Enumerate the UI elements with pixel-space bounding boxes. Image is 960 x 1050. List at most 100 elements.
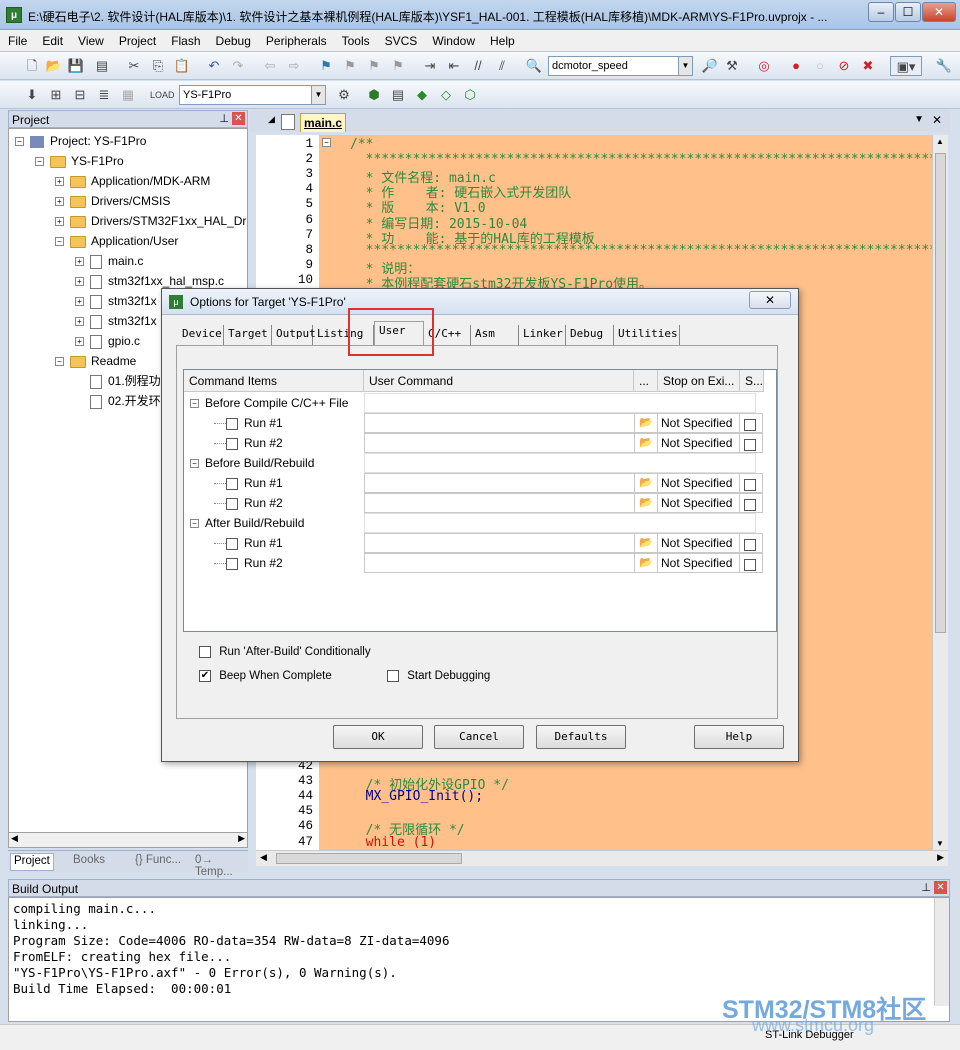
defaults-button[interactable]: Defaults bbox=[536, 725, 626, 749]
option-start-debugging[interactable]: Start Debugging bbox=[387, 670, 490, 682]
fold-icon[interactable]: − bbox=[322, 138, 331, 147]
s-checkbox[interactable] bbox=[744, 478, 756, 491]
s-column-cell[interactable] bbox=[739, 413, 763, 433]
user-command-input[interactable] bbox=[364, 553, 635, 573]
user-command-input[interactable] bbox=[364, 473, 635, 493]
stop-on-exit-value[interactable]: Not Specified bbox=[657, 533, 740, 553]
user-command-input[interactable] bbox=[364, 413, 635, 433]
run-checkbox[interactable] bbox=[226, 497, 238, 510]
window-layout-icon[interactable]: ▣▾ bbox=[890, 56, 922, 76]
run-checkbox[interactable] bbox=[226, 477, 238, 490]
minimize-button[interactable]: – bbox=[868, 2, 894, 22]
menu-flash[interactable]: Flash bbox=[163, 30, 207, 48]
browse-folder-icon[interactable]: 📂 bbox=[634, 413, 658, 433]
configure-icon[interactable]: 🔧 bbox=[934, 56, 954, 76]
expand-icon[interactable]: − bbox=[55, 237, 64, 247]
tree-item[interactable]: +02.开发环 bbox=[75, 391, 161, 411]
browse-folder-icon[interactable]: 📂 bbox=[634, 473, 658, 493]
run-checkbox[interactable] bbox=[226, 437, 238, 450]
s-checkbox[interactable] bbox=[744, 438, 756, 451]
expand-icon[interactable]: + bbox=[75, 297, 84, 307]
tree-item[interactable]: − Readme bbox=[55, 351, 136, 371]
tree-item[interactable]: + stm32f1x bbox=[75, 311, 157, 331]
code-line[interactable]: ****************************************… bbox=[350, 243, 932, 258]
save-all-icon[interactable]: ▤ bbox=[92, 56, 112, 76]
expand-icon[interactable]: + bbox=[75, 337, 84, 347]
editor-vscrollbar[interactable]: ▲ ▼ bbox=[932, 135, 948, 850]
collapse-icon[interactable]: − bbox=[190, 519, 199, 529]
code-line[interactable]: while (1) bbox=[350, 835, 436, 850]
panel-tab[interactable]: {} Func... bbox=[132, 853, 184, 871]
scroll-left-icon[interactable]: ◀ bbox=[260, 852, 267, 863]
browse-folder-icon[interactable]: 📂 bbox=[634, 433, 658, 453]
output-vscrollbar[interactable] bbox=[934, 898, 949, 1006]
user-command-cell[interactable] bbox=[364, 513, 756, 533]
unindent-icon[interactable]: ⇤ bbox=[444, 56, 464, 76]
chevron-down-icon[interactable]: ▼ bbox=[311, 86, 325, 104]
user-command-cell[interactable] bbox=[364, 393, 756, 413]
maximize-button[interactable]: ☐ bbox=[895, 2, 921, 22]
code-line[interactable]: /** bbox=[350, 137, 373, 152]
tree-item[interactable]: − Project: YS-F1Pro bbox=[15, 131, 146, 151]
expand-icon[interactable]: − bbox=[35, 157, 44, 167]
collapse-icon[interactable]: − bbox=[190, 459, 199, 469]
translate-icon[interactable]: ⬇ bbox=[22, 85, 42, 105]
disable-breakpoint-icon[interactable]: ○ bbox=[810, 56, 830, 76]
expand-icon[interactable]: + bbox=[75, 257, 84, 267]
bookmark-prev-icon[interactable]: ⚑ bbox=[340, 56, 360, 76]
stop-on-exit-value[interactable]: Not Specified bbox=[657, 553, 740, 573]
tree-item[interactable]: + Drivers/CMSIS bbox=[55, 191, 170, 211]
beep-checkbox[interactable]: ✔ bbox=[199, 670, 211, 682]
forward-icon[interactable]: ⇨ bbox=[284, 56, 304, 76]
menu-file[interactable]: File bbox=[0, 30, 34, 48]
s-column-cell[interactable] bbox=[739, 473, 763, 493]
tree-item[interactable]: + stm32f1x bbox=[75, 291, 157, 311]
s-checkbox[interactable] bbox=[744, 558, 756, 571]
expand-icon[interactable]: + bbox=[75, 277, 84, 287]
new-file-icon[interactable]: 🗋 bbox=[22, 56, 42, 76]
stop-build-icon[interactable]: ▦ bbox=[118, 85, 138, 105]
column-header[interactable]: Command Items bbox=[184, 370, 364, 392]
download-icon[interactable]: LOAD bbox=[150, 85, 175, 105]
close-window-button[interactable]: ✕ bbox=[922, 2, 956, 22]
browse-folder-icon[interactable]: 📂 bbox=[634, 553, 658, 573]
comment-icon[interactable]: // bbox=[468, 56, 488, 76]
tab-list-icon[interactable]: ▼ bbox=[914, 114, 924, 125]
expand-icon[interactable]: − bbox=[15, 137, 24, 147]
expand-icon[interactable]: + bbox=[55, 177, 64, 187]
tree-item[interactable]: + Application/MDK-ARM bbox=[55, 171, 210, 191]
find-combo[interactable]: dcmotor_speed ▼ bbox=[548, 56, 693, 76]
collapse-icon[interactable]: − bbox=[190, 399, 199, 409]
scroll-down-icon[interactable]: ▼ bbox=[936, 839, 944, 848]
run-checkbox[interactable] bbox=[226, 537, 238, 550]
pin-icon[interactable]: ⊥ bbox=[219, 112, 229, 125]
manage-components-icon[interactable]: ⬢ bbox=[364, 85, 384, 105]
undo-icon[interactable]: ↶ bbox=[204, 56, 224, 76]
build-icon[interactable]: ⊞ bbox=[46, 85, 66, 105]
tree-item[interactable]: + main.c bbox=[75, 251, 143, 271]
stop-on-exit-value[interactable]: Not Specified bbox=[657, 433, 740, 453]
cancel-button[interactable]: Cancel bbox=[434, 725, 524, 749]
redo-icon[interactable]: ↷ bbox=[228, 56, 248, 76]
menu-project[interactable]: Project bbox=[111, 30, 163, 48]
dialog-close-button[interactable]: ✕ bbox=[749, 291, 791, 309]
s-checkbox[interactable] bbox=[744, 498, 756, 511]
user-command-cell[interactable] bbox=[364, 453, 756, 473]
browse-folder-icon[interactable]: 📂 bbox=[634, 493, 658, 513]
breakpoint-icon[interactable]: ● bbox=[786, 56, 806, 76]
column-header[interactable]: S... bbox=[740, 370, 764, 392]
chevron-down-icon[interactable]: ▼ bbox=[678, 57, 692, 75]
find-files-icon[interactable]: 🔍 bbox=[524, 56, 544, 76]
tab-output[interactable]: Output bbox=[272, 325, 316, 345]
user-command-input[interactable] bbox=[364, 533, 635, 553]
tab-debug[interactable]: Debug bbox=[566, 325, 614, 345]
expand-icon[interactable]: + bbox=[75, 317, 84, 327]
group-row[interactable]: − After Build/Rebuild bbox=[190, 513, 304, 533]
s-checkbox[interactable] bbox=[744, 538, 756, 551]
scroll-right-icon[interactable]: ▶ bbox=[937, 852, 944, 863]
bookmark-next-icon[interactable]: ⚑ bbox=[364, 56, 384, 76]
editor-hscrollbar[interactable]: ◀ ▶ bbox=[256, 850, 948, 866]
help-button[interactable]: Help bbox=[694, 725, 784, 749]
expand-icon[interactable]: − bbox=[55, 357, 64, 367]
s-column-cell[interactable] bbox=[739, 533, 763, 553]
